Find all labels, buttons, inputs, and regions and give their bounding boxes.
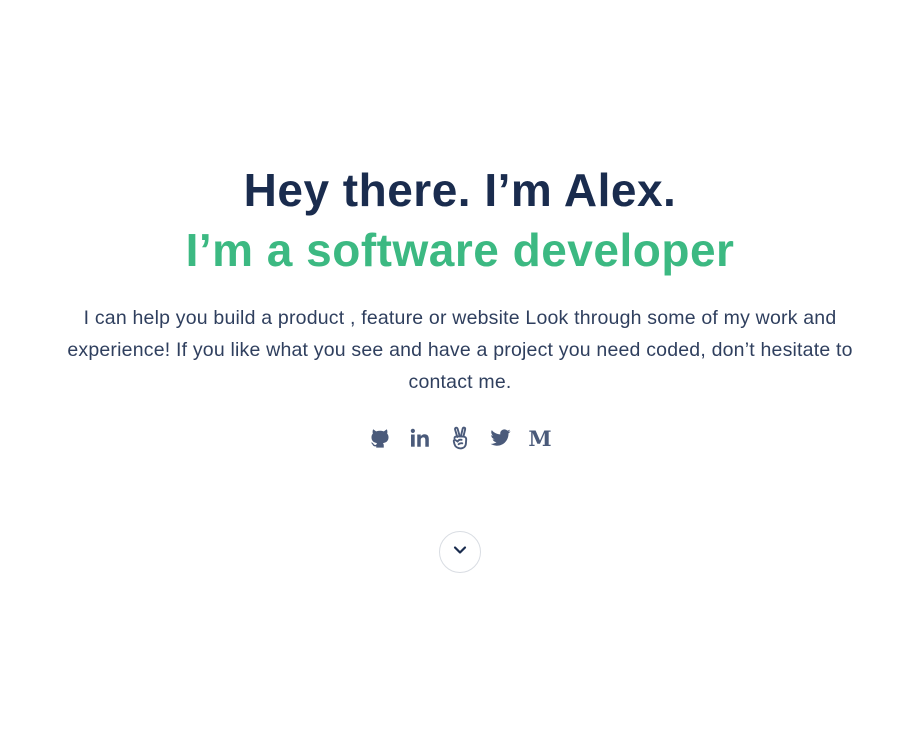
medium-link[interactable]: M — [528, 424, 552, 452]
chevron-down-icon — [453, 543, 467, 562]
greeting-heading: Hey there. I’m Alex. — [243, 164, 677, 216]
social-links: M — [0, 424, 920, 452]
intro-text: I can help you build a product , feature… — [67, 307, 853, 393]
hero-section: Hey there. I’m Alex. I’m a software deve… — [0, 160, 920, 398]
twitter-icon — [489, 427, 512, 449]
twitter-link[interactable] — [488, 424, 512, 452]
scroll-down-button[interactable] — [439, 531, 481, 573]
medium-icon: M — [528, 425, 552, 451]
angellist-icon — [450, 426, 470, 450]
role-heading: I’m a software developer — [185, 224, 735, 276]
github-icon — [369, 427, 391, 449]
linkedin-link[interactable] — [408, 424, 432, 452]
github-link[interactable] — [368, 424, 392, 452]
linkedin-icon — [409, 427, 431, 449]
angellist-link[interactable] — [448, 424, 472, 452]
